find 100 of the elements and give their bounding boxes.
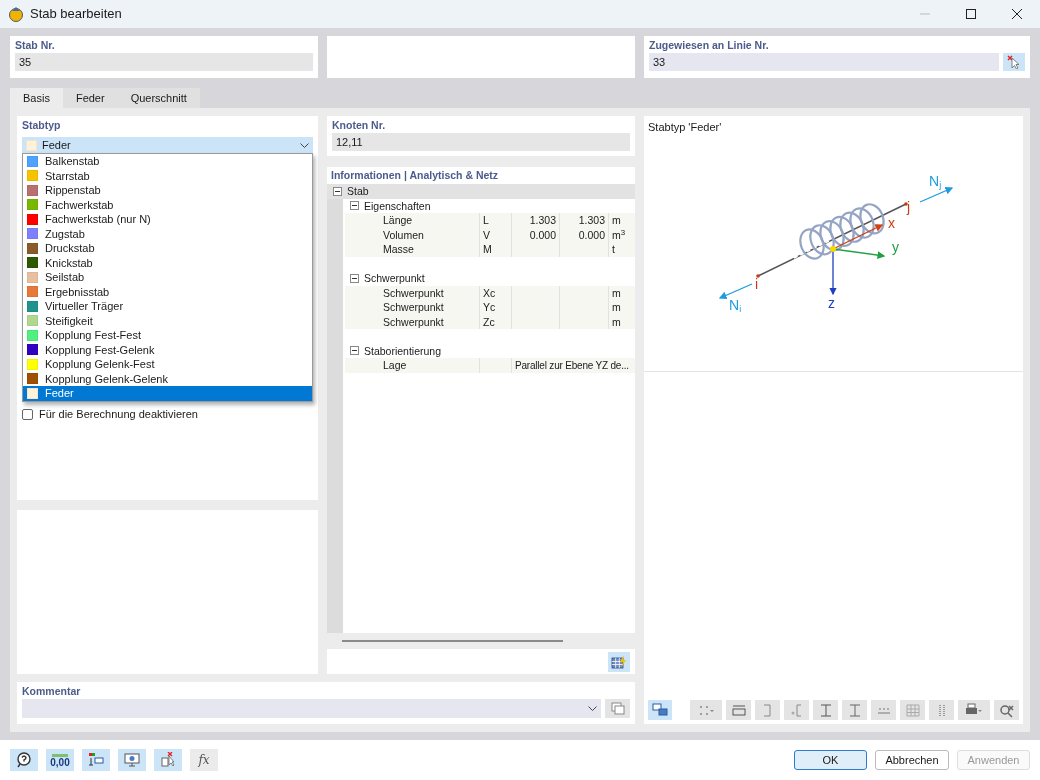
toolbar-button[interactable] — [994, 700, 1019, 720]
tree-label[interactable]: Schwerpunkt — [364, 271, 425, 286]
dropdown-option[interactable]: Balkenstab — [23, 154, 312, 169]
option-label: Rippenstab — [45, 183, 101, 198]
number-field[interactable]: 33 — [649, 53, 999, 71]
axis-label: y — [892, 239, 899, 254]
tree-label[interactable]: Stab — [347, 184, 369, 199]
checkbox-label: Für die Berechnung deaktivieren — [39, 407, 198, 422]
option-label: Virtueller Träger — [45, 299, 124, 314]
collapse-icon[interactable] — [350, 201, 359, 211]
tab[interactable]: Basis — [10, 88, 63, 108]
option-label: Kopplung Fest-Fest — [45, 328, 141, 343]
symbol-cell: V — [483, 228, 490, 241]
tool-button[interactable] — [10, 749, 38, 771]
option-label: Kopplung Fest-Gelenk — [45, 342, 155, 357]
dropdown-option[interactable]: Kopplung Gelenk-Gelenk — [23, 371, 312, 386]
table-button[interactable] — [608, 651, 630, 672]
toolbar-button[interactable] — [726, 700, 751, 720]
dropdown-option[interactable]: Feder — [23, 386, 312, 401]
symbol-cell: L — [483, 214, 489, 226]
toolbar-button[interactable] — [929, 700, 954, 720]
option-label: Knickstab — [45, 255, 93, 270]
dropdown-option[interactable]: Kopplung Fest-Gelenk — [23, 342, 312, 357]
option-label: Zugstab — [45, 226, 85, 241]
field-label: Stab Nr. — [15, 38, 56, 53]
tree-label[interactable]: Eigenschaften — [364, 198, 431, 213]
dropdown-option[interactable]: Knickstab — [23, 255, 312, 270]
dropdown-option[interactable]: Zugstab — [23, 226, 312, 241]
property-label: Schwerpunkt — [383, 315, 444, 328]
tab[interactable]: Querschnitt — [117, 88, 200, 108]
dropdown-option[interactable]: Virtueller Träger — [23, 299, 312, 314]
close-icon[interactable] — [1012, 9, 1022, 19]
property-label: Lage — [383, 359, 407, 371]
window-title: Stab bearbeiten — [30, 5, 123, 24]
symbol-cell: Xc — [483, 286, 496, 299]
property-label: Masse — [383, 243, 414, 255]
tool-button[interactable]: 0,00 — [46, 749, 74, 771]
value-cell: 0.000 — [578, 228, 605, 241]
property-label: Schwerpunkt — [383, 301, 444, 313]
dimension-icon — [730, 702, 747, 718]
unit-cell: m — [612, 286, 621, 299]
symbol-cell: M — [483, 243, 492, 255]
option-label: Balkenstab — [45, 154, 100, 169]
nodes-field[interactable]: 12,11 — [332, 133, 630, 151]
dialog-button[interactable]: Abbrechen — [875, 750, 949, 770]
option-label: Druckstab — [45, 241, 95, 256]
value-cell: 1.303 — [529, 214, 556, 226]
dropdown-option[interactable]: Starrstab — [23, 168, 312, 183]
force-label: N$_{j}$ — [929, 173, 942, 188]
table-icon — [611, 654, 627, 669]
collapse-icon[interactable] — [333, 186, 342, 196]
number-field[interactable]: 35 — [15, 53, 313, 71]
color-swatch — [26, 140, 37, 151]
tab[interactable]: Feder — [62, 88, 118, 108]
monitor-icon — [652, 703, 668, 717]
dropdown-option[interactable]: Rippenstab — [23, 183, 312, 198]
maximize-icon[interactable] — [966, 9, 976, 19]
diagram-title: Stabtyp 'Feder' — [648, 120, 723, 135]
option-label: Fachwerkstab (nur N) — [45, 212, 151, 227]
dropdown-option[interactable]: Steifigkeit — [23, 313, 312, 328]
tool-button[interactable]: fx — [190, 749, 218, 771]
view-button[interactable] — [648, 700, 672, 720]
option-label: Ergebnisstab — [45, 284, 110, 299]
symbol-cell: Zc — [483, 315, 495, 328]
unit-cell: t — [612, 243, 615, 255]
option-label: Starrstab — [45, 168, 90, 183]
tree-label[interactable]: Staborientierung — [364, 343, 442, 358]
node-label: i — [755, 276, 759, 291]
copy-icon — [610, 702, 625, 715]
toolbar-button[interactable] — [813, 700, 838, 720]
node-label: j — [907, 199, 911, 214]
unit-cell: m — [612, 214, 621, 226]
chevron-down-icon — [588, 705, 597, 712]
pick-button[interactable] — [1003, 53, 1025, 71]
collapse-icon[interactable] — [350, 273, 359, 283]
dropdown-option[interactable]: Fachwerkstab — [23, 197, 312, 212]
section-title: Informationen | Analytisch & Netz — [327, 167, 635, 184]
dropdown-option[interactable]: Druckstab — [23, 241, 312, 256]
property-label: Länge — [383, 214, 413, 226]
dropdown-option[interactable]: Kopplung Fest-Fest — [23, 328, 312, 343]
option-label: Kopplung Gelenk-Gelenk — [45, 371, 168, 386]
magnifier-icon — [998, 702, 1015, 718]
property-label: Schwerpunkt — [383, 286, 444, 299]
symbol-cell: Yc — [483, 301, 496, 313]
dropdown-option[interactable]: Ergebnisstab — [23, 284, 312, 299]
option-label: Fachwerkstab — [45, 197, 114, 212]
dialog-button[interactable]: OK — [794, 750, 867, 770]
dropdown-option[interactable]: Kopplung Gelenk-Fest — [23, 357, 312, 372]
unit-cell: m$^{3}$ — [612, 228, 626, 241]
toolbar-button[interactable] — [690, 700, 722, 720]
checkbox[interactable] — [22, 408, 33, 420]
dropdown-option[interactable]: Fachwerkstab (nur N) — [23, 212, 312, 227]
dropdown-option[interactable]: Seilstab — [23, 270, 312, 285]
toolbar-button[interactable] — [958, 700, 990, 720]
copy-button[interactable] — [605, 699, 630, 718]
comment-field[interactable] — [22, 699, 601, 718]
display-icon — [88, 752, 104, 768]
cursor-icon — [1007, 55, 1021, 69]
scrollbar-thumb[interactable] — [342, 640, 563, 642]
collapse-icon[interactable] — [350, 346, 359, 356]
